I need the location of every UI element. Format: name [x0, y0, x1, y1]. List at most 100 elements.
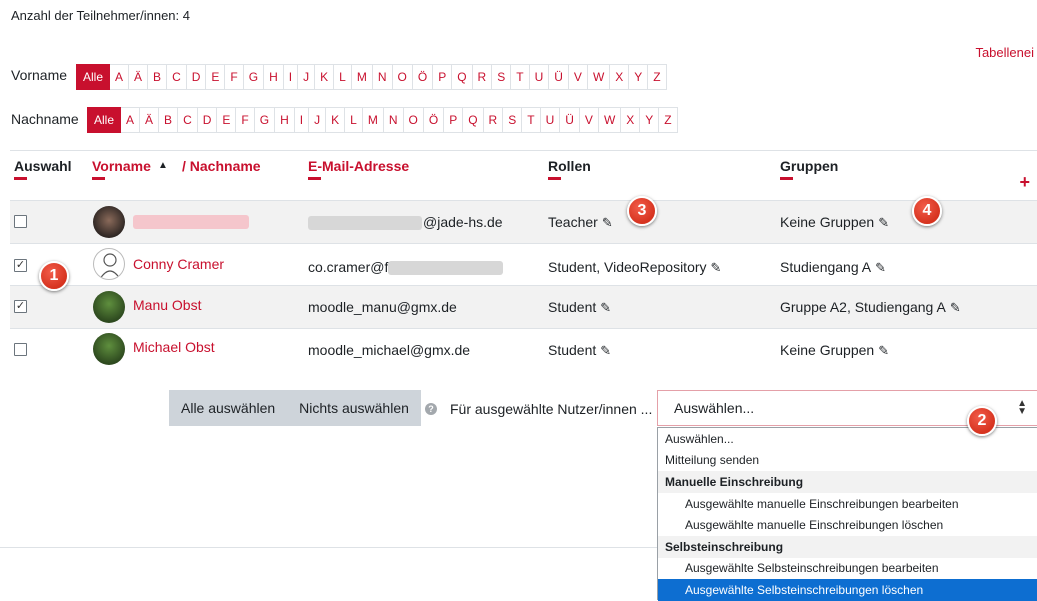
- lastname-initial-letter[interactable]: G: [254, 107, 276, 133]
- dropdown-option[interactable]: Ausgewählte manuelle Einschreibungen lös…: [658, 514, 1037, 536]
- header-firstname-sort[interactable]: Vorname: [92, 158, 151, 174]
- firstname-initial-letter[interactable]: R: [472, 64, 493, 90]
- participant-name[interactable]: Manu Obst: [133, 297, 201, 313]
- dropdown-option[interactable]: Ausgewählte Selbsteinschreibungen lösche…: [658, 579, 1037, 601]
- firstname-initial-letter[interactable]: Y: [629, 64, 649, 90]
- lastname-initial-letter[interactable]: U: [540, 107, 561, 133]
- lastname-initial-letter[interactable]: Ö: [423, 107, 445, 133]
- firstname-initial-letter[interactable]: Z: [648, 64, 667, 90]
- participant-groups: Gruppe A2, Studiengang A ✎: [780, 299, 961, 315]
- participant-name[interactable]: Michael Obst: [133, 339, 215, 355]
- select-all-button[interactable]: Alle auswählen: [169, 390, 287, 426]
- lastname-initial-letter[interactable]: D: [197, 107, 218, 133]
- lastname-initial-letter[interactable]: F: [236, 107, 255, 133]
- row-checkbox[interactable]: [14, 215, 27, 228]
- firstname-initial-letter[interactable]: L: [334, 64, 352, 90]
- firstname-initial-letter[interactable]: T: [511, 64, 530, 90]
- lastname-initial-letter[interactable]: P: [444, 107, 464, 133]
- firstname-initial-letter[interactable]: P: [433, 64, 453, 90]
- firstname-initial-letter[interactable]: M: [351, 64, 373, 90]
- lastname-initial-letter[interactable]: L: [345, 107, 363, 133]
- lastname-initial-letter[interactable]: J: [309, 107, 327, 133]
- firstname-initial-letter[interactable]: U: [529, 64, 550, 90]
- firstname-initial-letter[interactable]: I: [283, 64, 299, 90]
- participant-name[interactable]: Conny Cramer: [133, 256, 224, 272]
- firstname-initial-letter[interactable]: Ü: [549, 64, 569, 90]
- firstname-initial-letter[interactable]: H: [264, 64, 284, 90]
- reset-table-link[interactable]: Tabellenei: [975, 45, 1034, 60]
- edit-groups-pencil-icon[interactable]: ✎: [950, 300, 961, 315]
- firstname-initial-letter[interactable]: K: [315, 64, 335, 90]
- lastname-initial-letter[interactable]: B: [159, 107, 179, 133]
- firstname-initial-letter[interactable]: J: [298, 64, 316, 90]
- lastname-initial-letter[interactable]: N: [383, 107, 404, 133]
- firstname-initial-letter[interactable]: W: [587, 64, 611, 90]
- edit-groups-pencil-icon[interactable]: ✎: [878, 343, 889, 358]
- row-checkbox[interactable]: [14, 343, 27, 356]
- participant-name-blurred[interactable]: [133, 213, 249, 230]
- header-email-sort[interactable]: E-Mail-Adresse: [308, 158, 409, 174]
- firstname-initial-letter[interactable]: F: [225, 64, 244, 90]
- hide-groups-column-icon[interactable]: [780, 177, 793, 180]
- firstname-initial-letter[interactable]: Q: [452, 64, 473, 90]
- firstname-initial-letter[interactable]: X: [610, 64, 630, 90]
- lastname-initial-letter[interactable]: Z: [659, 107, 678, 133]
- edit-groups-pencil-icon[interactable]: ✎: [875, 260, 886, 275]
- lastname-filter-label: Nachname: [11, 111, 79, 127]
- avatar: [93, 333, 125, 365]
- firstname-initial-letter[interactable]: Ö: [412, 64, 434, 90]
- firstname-initial-letter[interactable]: C: [167, 64, 187, 90]
- lastname-initial-letter[interactable]: Q: [463, 107, 484, 133]
- firstname-initial-letter[interactable]: E: [206, 64, 226, 90]
- dropdown-option[interactable]: Ausgewählte manuelle Einschreibungen bea…: [658, 493, 1037, 515]
- firstname-initial-letter[interactable]: N: [372, 64, 393, 90]
- hide-roles-column-icon[interactable]: [548, 177, 561, 180]
- lastname-initial-letter[interactable]: K: [326, 107, 346, 133]
- help-icon[interactable]: ?: [425, 403, 437, 415]
- lastname-initial-letter[interactable]: Ä: [140, 107, 160, 133]
- lastname-initial-letter[interactable]: Ü: [560, 107, 580, 133]
- firstname-initial-letter[interactable]: S: [492, 64, 512, 90]
- lastname-initial-letter[interactable]: O: [403, 107, 424, 133]
- firstname-initial-letter[interactable]: B: [148, 64, 168, 90]
- lastname-initial-letter[interactable]: W: [598, 107, 622, 133]
- firstname-initial-letter[interactable]: G: [243, 64, 265, 90]
- firstname-initial-letter[interactable]: O: [392, 64, 413, 90]
- hide-name-column-icon[interactable]: [92, 177, 105, 180]
- edit-roles-pencil-icon[interactable]: ✎: [600, 300, 611, 315]
- dropdown-option[interactable]: Ausgewählte Selbsteinschreibungen bearbe…: [658, 558, 1037, 580]
- row-checkbox-checked[interactable]: ✓: [14, 259, 27, 272]
- lastname-initial-letter[interactable]: S: [503, 107, 523, 133]
- firstname-initial-letter[interactable]: D: [186, 64, 207, 90]
- dropdown-option[interactable]: Mitteilung senden: [658, 450, 1037, 472]
- firstname-initial-all[interactable]: Alle: [76, 64, 111, 90]
- lastname-initial-letter[interactable]: M: [362, 107, 384, 133]
- edit-groups-pencil-icon[interactable]: ✎: [878, 215, 889, 230]
- lastname-initial-letter[interactable]: R: [483, 107, 504, 133]
- edit-roles-pencil-icon[interactable]: ✎: [711, 260, 722, 275]
- firstname-initial-letter[interactable]: V: [568, 64, 588, 90]
- lastname-initial-letter[interactable]: A: [121, 107, 141, 133]
- lastname-initial-letter[interactable]: I: [294, 107, 310, 133]
- lastname-initial-all[interactable]: Alle: [87, 107, 122, 133]
- lastname-initial-letter[interactable]: C: [178, 107, 198, 133]
- show-columns-plus-icon[interactable]: +: [1019, 173, 1030, 191]
- lastname-initial-letter[interactable]: T: [522, 107, 541, 133]
- lastname-initial-letter[interactable]: X: [621, 107, 641, 133]
- firstname-initial-letter[interactable]: A: [110, 64, 130, 90]
- lastname-initial-letter[interactable]: H: [275, 107, 295, 133]
- edit-roles-pencil-icon[interactable]: ✎: [602, 215, 613, 230]
- table-row: ✓ Conny Cramer co.cramer@f Student, Vide…: [10, 244, 1037, 286]
- hide-select-column-icon[interactable]: [14, 177, 27, 180]
- lastname-initial-letter[interactable]: Y: [640, 107, 660, 133]
- edit-roles-pencil-icon[interactable]: ✎: [600, 343, 611, 358]
- table-top-border: [10, 150, 1037, 151]
- select-none-button[interactable]: Nichts auswählen: [287, 390, 421, 426]
- row-checkbox-checked[interactable]: ✓: [14, 300, 27, 313]
- lastname-initial-letter[interactable]: V: [579, 107, 599, 133]
- header-lastname-sort[interactable]: / Nachname: [182, 158, 261, 174]
- bulk-action-select-value: Auswählen...: [674, 400, 755, 416]
- hide-email-column-icon[interactable]: [308, 177, 321, 180]
- firstname-initial-letter[interactable]: Ä: [129, 64, 149, 90]
- lastname-initial-letter[interactable]: E: [217, 107, 237, 133]
